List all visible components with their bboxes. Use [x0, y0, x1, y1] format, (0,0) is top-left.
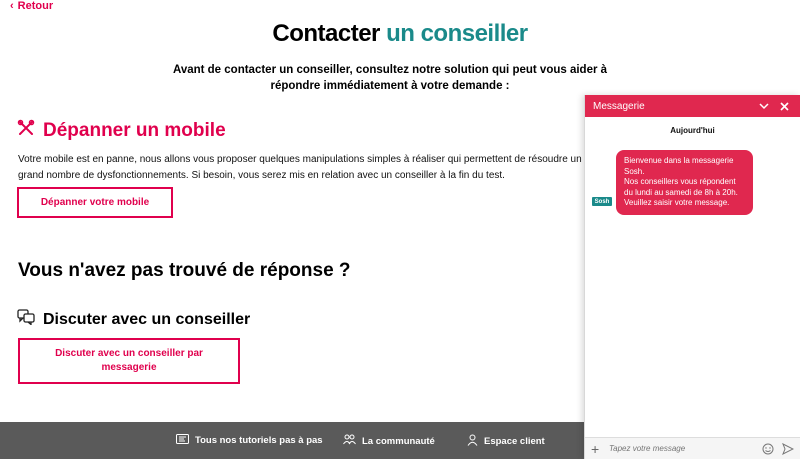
chat-section-title: Discuter avec un conseiller [43, 310, 251, 328]
add-attachment-button[interactable]: + [591, 441, 603, 457]
footer-item-tutorials[interactable]: Tous nos tutoriels pas à pas [176, 434, 323, 447]
chat-widget-title: Messagerie [593, 100, 645, 112]
repair-section-title: Dépanner un mobile [43, 119, 226, 141]
back-link[interactable]: ‹ Retour [10, 0, 53, 12]
footer-item-label: Espace client [484, 436, 545, 447]
community-icon [343, 434, 356, 448]
repair-mobile-button[interactable]: Dépanner votre mobile [17, 187, 173, 218]
no-answer-title: Vous n'avez pas trouvé de réponse ? [18, 260, 351, 281]
intro-text: Avant de contacter un conseiller, consul… [172, 64, 608, 92]
chevron-down-icon [759, 102, 769, 109]
close-button[interactable] [776, 98, 792, 114]
user-icon [467, 434, 478, 449]
page-title-accent: un conseiller [386, 20, 528, 47]
tools-icon [17, 119, 35, 142]
footer-item-label: La communauté [362, 435, 435, 447]
chat-section-header: Discuter avec un conseiller [17, 309, 250, 330]
chat-input-bar: + [585, 437, 800, 459]
emoji-icon [762, 443, 774, 454]
chat-with-advisor-button[interactable]: Discuter avec un conseiller par messager… [18, 338, 240, 384]
footer-item-community[interactable]: La communauté [343, 434, 435, 448]
message-input[interactable] [609, 444, 755, 453]
chat-date-label: Aujourd'hui [670, 126, 715, 135]
back-link-label: Retour [17, 0, 54, 12]
chat-widget-header: Messagerie [585, 95, 800, 117]
minimize-button[interactable] [756, 98, 772, 114]
repair-section-header: Dépanner un mobile [17, 119, 226, 142]
page-title-main: Contacter [272, 20, 380, 47]
footer-item-customer-area[interactable]: Espace client [467, 434, 545, 449]
emoji-button[interactable] [761, 442, 775, 456]
page-title: Contacter un conseiller [0, 20, 800, 48]
close-icon [779, 101, 789, 111]
chat-widget: Messagerie Aujourd'hui Bienvenue dans la… [584, 95, 800, 459]
footer-item-label: Tous nos tutoriels pas à pas [195, 435, 323, 446]
chat-message-text: Bienvenue dans la messagerie Sosh. Nos c… [624, 156, 738, 207]
repair-section-text: Votre mobile est en panne, nous allons v… [18, 154, 582, 181]
send-icon [782, 442, 794, 455]
tutorial-icon [176, 434, 189, 447]
chevron-left-icon: ‹ [10, 0, 14, 12]
chat-message-bubble: Bienvenue dans la messagerie Sosh. Nos c… [616, 150, 753, 215]
chat-bubbles-icon [17, 309, 35, 330]
send-button[interactable] [781, 442, 795, 456]
avatar: Sosh [592, 197, 612, 206]
